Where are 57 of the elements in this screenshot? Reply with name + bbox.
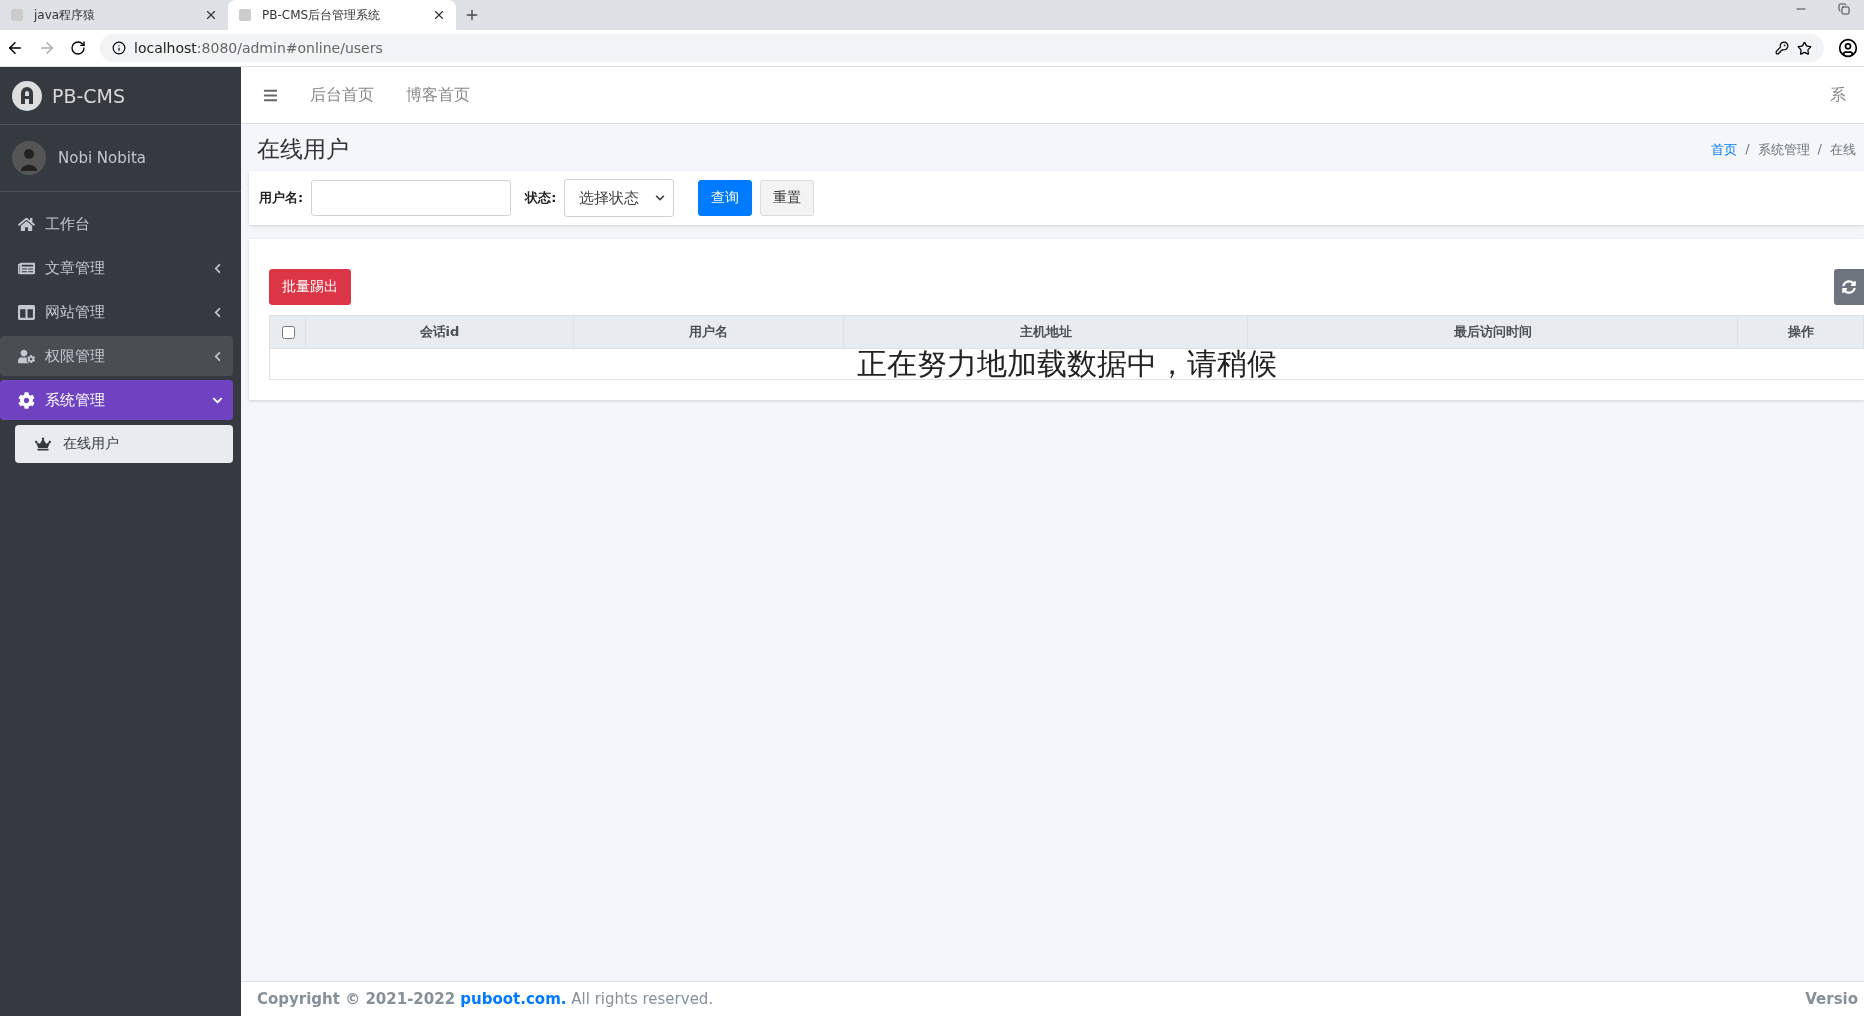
version-text: Versio [1805,990,1858,1008]
caret-icon [655,193,666,203]
nav-link[interactable]: 博客首页 [406,84,470,106]
user-name: Nobi Nobita [58,149,146,167]
reload-icon[interactable] [70,40,86,56]
nav-link[interactable]: 后台首页 [310,84,374,106]
refresh-button[interactable] [1834,269,1864,305]
breadcrumb-item: 在线 [1830,140,1856,159]
close-icon[interactable] [432,8,446,22]
field-label: 状态: [525,189,557,207]
kick-out-button[interactable]: 批量踢出 [269,269,351,305]
select-all-checkbox[interactable] [281,325,295,339]
search-button[interactable]: 查询 [698,180,753,216]
page-title: 在线用户 [257,135,350,164]
column-header: 用户名 [574,316,844,348]
browser-tab[interactable]: java程序猿 [0,0,228,30]
crown-icon [35,436,51,452]
refresh-icon [1842,280,1856,294]
logo-icon [12,80,42,111]
column-header: 操作 [1738,316,1864,348]
submenu-item[interactable]: 在线用户 [15,425,233,463]
status-select[interactable]: 选择状态 [564,179,675,217]
column-header: 会话id [306,316,574,348]
menu-item[interactable]: 网站管理 [0,292,233,332]
page-icon [238,8,252,22]
menu-item[interactable]: 工作台 [0,204,233,244]
menu-item[interactable]: 系统管理 [0,380,233,420]
nav-link[interactable]: 系 [1830,84,1846,106]
site-link[interactable]: puboot.com. [460,990,567,1008]
star-icon[interactable] [1797,40,1812,56]
reset-button[interactable]: 重置 [760,180,815,216]
address-bar[interactable]: localhost:8080/admin#online/users [100,34,1824,62]
breadcrumb-item[interactable]: 首页 [1711,140,1738,159]
avatar-icon [12,141,46,175]
profile-icon[interactable] [1838,38,1858,58]
close-icon[interactable] [204,8,218,22]
restore-icon[interactable] [1838,3,1850,15]
column-header: 主机地址 [844,316,1248,348]
column-header: 最后访问时间 [1248,316,1738,348]
breadcrumb-separator: / [1745,140,1750,158]
breadcrumb-separator: / [1817,140,1822,158]
username-field[interactable] [311,180,512,216]
chevron-left-icon [212,350,223,362]
brand-name: PB-CMS [52,84,126,107]
chevron-left-icon [212,306,223,318]
new-tab-icon[interactable] [464,7,480,23]
chevron-left-icon [212,262,223,274]
info-icon[interactable] [112,41,126,55]
menu-item[interactable]: 权限管理 [0,336,233,376]
field-label: 用户名: [259,189,304,207]
browser-tab[interactable]: PB-CMS后台管理系统 [228,0,456,30]
page-icon [10,8,24,22]
copyright-text: Copyright © 2021-2022 puboot.com. All rights reserved. [257,990,714,1008]
breadcrumb-item: 系统管理 [1757,140,1810,159]
key-icon[interactable] [1775,41,1789,55]
menu-item[interactable]: 文章管理 [0,248,233,288]
back-icon[interactable] [6,39,24,57]
